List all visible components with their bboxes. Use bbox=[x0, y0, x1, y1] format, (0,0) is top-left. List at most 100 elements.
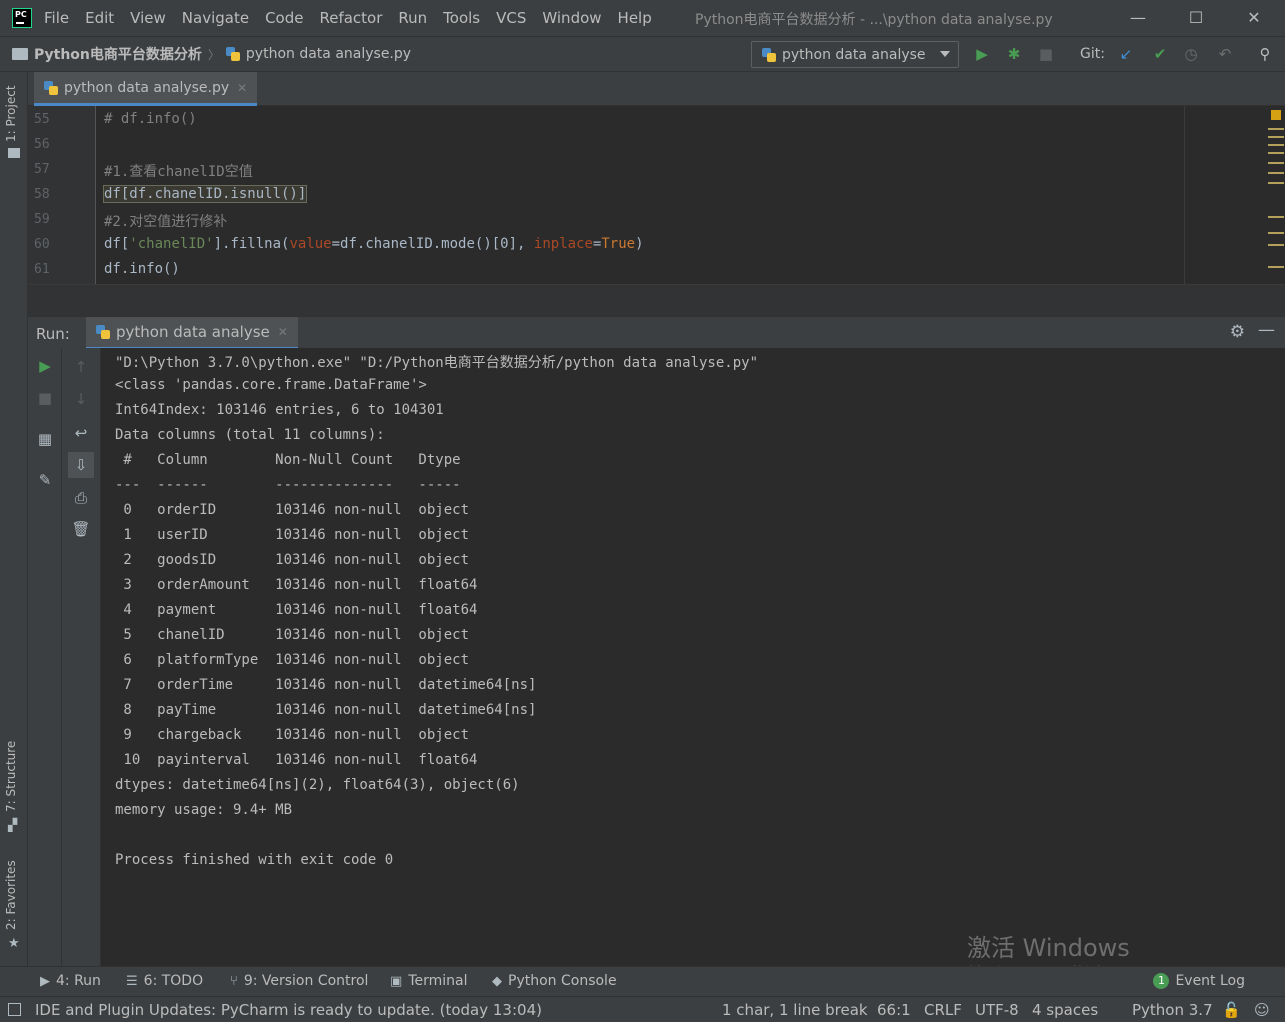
tab-project[interactable]: 1: Project bbox=[4, 85, 18, 142]
console-line: 10 payinterval 103146 non-null float64 bbox=[115, 752, 478, 768]
menu-edit[interactable]: Edit bbox=[85, 9, 114, 27]
gear-icon[interactable]: ⚙ bbox=[1230, 322, 1245, 342]
line-number: 60 bbox=[34, 237, 50, 252]
menu-refactor[interactable]: Refactor bbox=[319, 9, 382, 27]
tab-todo-label: 6: TODO bbox=[143, 973, 204, 989]
code-token: df[ bbox=[104, 236, 130, 252]
stop-button[interactable]: ■ bbox=[1037, 45, 1055, 63]
activation-watermark-title: 激活 Windows bbox=[967, 934, 1130, 962]
menu-tools[interactable]: Tools bbox=[443, 9, 480, 27]
search-icon[interactable]: ⚲ bbox=[1256, 45, 1274, 63]
warning-indicator-icon[interactable] bbox=[1271, 110, 1281, 120]
breadcrumb-file[interactable]: python data analyse.py bbox=[246, 46, 411, 62]
project-folder-icon bbox=[8, 148, 20, 158]
lock-icon[interactable]: 🔓 bbox=[1222, 1001, 1241, 1019]
status-interpreter[interactable]: Python 3.7 bbox=[1132, 1001, 1213, 1019]
menu-window[interactable]: Window bbox=[542, 9, 601, 27]
python-file-icon bbox=[225, 47, 240, 61]
layout-icon[interactable]: ▦ bbox=[34, 428, 56, 450]
terminal-icon: ▣ bbox=[390, 973, 403, 989]
toggle-tool-windows-icon[interactable] bbox=[8, 1003, 21, 1016]
inspector-icon[interactable]: ☺ bbox=[1254, 1001, 1270, 1019]
stripe-marker[interactable] bbox=[1268, 136, 1284, 138]
code-token: =df.chanelID.mode()[0], bbox=[331, 236, 534, 252]
bottom-tool-tabs: ▶ 4: Run ☰ 6: TODO ⑂ 9: Version Control ▣ Te… bbox=[0, 966, 1285, 996]
console-line: Process finished with exit code 0 bbox=[115, 852, 394, 868]
code-line-61: df.info() bbox=[104, 261, 180, 277]
code-line-55: # df.info() bbox=[104, 111, 197, 127]
console-output[interactable]: "D:\Python 3.7.0\python.exe" "D:/Python电… bbox=[101, 348, 1285, 966]
close-tab-icon[interactable]: ✕ bbox=[237, 81, 247, 95]
status-encoding[interactable]: UTF-8 bbox=[975, 1001, 1019, 1019]
rerun-button[interactable]: ▶ bbox=[34, 355, 56, 377]
tab-run-python-data-analyse[interactable]: python data analyse ✕ bbox=[86, 317, 298, 349]
tab-python-data-analyse[interactable]: python data analyse.py ✕ bbox=[34, 72, 258, 106]
console-line: 7 orderTime 103146 non-null datetime64[n… bbox=[115, 677, 537, 693]
tab-version-control[interactable]: ⑂ 9: Version Control bbox=[230, 973, 368, 989]
tab-run[interactable]: ▶ 4: Run bbox=[40, 973, 101, 989]
tab-python-console-label: Python Console bbox=[508, 973, 617, 989]
tab-todo[interactable]: ☰ 6: TODO bbox=[126, 973, 203, 989]
tab-python-console[interactable]: ◆ Python Console bbox=[492, 973, 617, 989]
stripe-marker[interactable] bbox=[1268, 216, 1284, 218]
run-panel-header: Run: python data analyse ✕ ⚙ — bbox=[28, 316, 1285, 349]
soft-wrap-icon[interactable]: ↩ bbox=[70, 422, 92, 444]
run-button[interactable]: ▶ bbox=[973, 45, 991, 63]
stripe-marker[interactable] bbox=[1268, 182, 1284, 184]
code-token: ].fillna( bbox=[213, 236, 290, 252]
stripe-marker[interactable] bbox=[1268, 244, 1284, 246]
debug-button[interactable]: ✱ bbox=[1005, 45, 1023, 63]
tab-structure[interactable]: 7: Structure bbox=[4, 741, 18, 812]
minimize-button[interactable]: — bbox=[1128, 8, 1148, 28]
menu-file[interactable]: File bbox=[44, 9, 69, 27]
code-param: value bbox=[289, 236, 332, 252]
menu-code[interactable]: Code bbox=[265, 9, 303, 27]
menu-run[interactable]: Run bbox=[398, 9, 427, 27]
git-history-icon[interactable]: ◷ bbox=[1182, 45, 1200, 63]
code-editor[interactable]: 55 56 57 58 59 60 61 # df.info() #1.查看ch… bbox=[28, 106, 1285, 284]
stop-button[interactable]: ■ bbox=[34, 387, 56, 409]
menu-navigate[interactable]: Navigate bbox=[182, 9, 249, 27]
trash-icon[interactable]: 🗑 bbox=[70, 518, 92, 540]
maximize-button[interactable]: ☐ bbox=[1186, 8, 1206, 28]
console-line: Int64Index: 103146 entries, 6 to 104301 bbox=[115, 402, 444, 418]
code-param: inplace bbox=[533, 236, 593, 252]
status-indent[interactable]: 4 spaces bbox=[1032, 1001, 1098, 1019]
run-tab-label: python data analyse bbox=[116, 323, 270, 341]
code-token: ) bbox=[635, 236, 644, 252]
print-icon[interactable]: ⎙ bbox=[70, 487, 92, 509]
stripe-marker[interactable] bbox=[1268, 162, 1284, 164]
status-message[interactable]: IDE and Plugin Updates: PyCharm is ready… bbox=[35, 1001, 542, 1019]
git-update-icon[interactable]: ↙ bbox=[1117, 45, 1135, 63]
scroll-to-end-icon[interactable]: ⇩ bbox=[68, 452, 94, 478]
breadcrumb-project[interactable]: Python电商平台数据分析 bbox=[34, 44, 202, 64]
menu-help[interactable]: Help bbox=[618, 9, 652, 27]
git-rollback-icon[interactable]: ↶ bbox=[1216, 45, 1234, 63]
arrow-down-icon[interactable]: ↓ bbox=[70, 388, 92, 410]
menu-view[interactable]: View bbox=[130, 9, 166, 27]
menu-vcs[interactable]: VCS bbox=[496, 9, 526, 27]
close-window-button[interactable]: ✕ bbox=[1244, 8, 1264, 28]
hide-panel-icon[interactable]: — bbox=[1258, 320, 1275, 340]
tab-version-control-label: 9: Version Control bbox=[243, 973, 369, 989]
stripe-marker[interactable] bbox=[1268, 232, 1284, 234]
stripe-marker[interactable] bbox=[1268, 144, 1284, 146]
close-tab-icon[interactable]: ✕ bbox=[278, 325, 288, 339]
console-line: 9 chargeback 103146 non-null object bbox=[115, 727, 470, 743]
status-caret-position[interactable]: 66:1 bbox=[877, 1001, 911, 1019]
run-configuration-label: python data analyse bbox=[782, 46, 926, 63]
pin-icon[interactable]: ✎ bbox=[34, 469, 56, 491]
git-commit-icon[interactable]: ✔ bbox=[1151, 45, 1169, 63]
stripe-marker[interactable] bbox=[1268, 128, 1284, 130]
stripe-marker[interactable] bbox=[1268, 266, 1284, 268]
stripe-marker[interactable] bbox=[1268, 152, 1284, 154]
run-configuration-select[interactable]: python data analyse bbox=[751, 41, 959, 68]
tab-event-log[interactable]: 1 Event Log bbox=[1153, 973, 1245, 989]
status-line-separator[interactable]: CRLF bbox=[924, 1001, 962, 1019]
menu-bar: PC File Edit View Navigate Code Refactor… bbox=[0, 0, 1285, 36]
stripe-marker[interactable] bbox=[1268, 172, 1284, 174]
error-stripe[interactable] bbox=[1267, 106, 1285, 284]
tab-favorites[interactable]: 2: Favorites bbox=[4, 860, 18, 930]
arrow-up-icon[interactable]: ↑ bbox=[70, 356, 92, 378]
tab-terminal[interactable]: ▣ Terminal bbox=[390, 973, 467, 989]
